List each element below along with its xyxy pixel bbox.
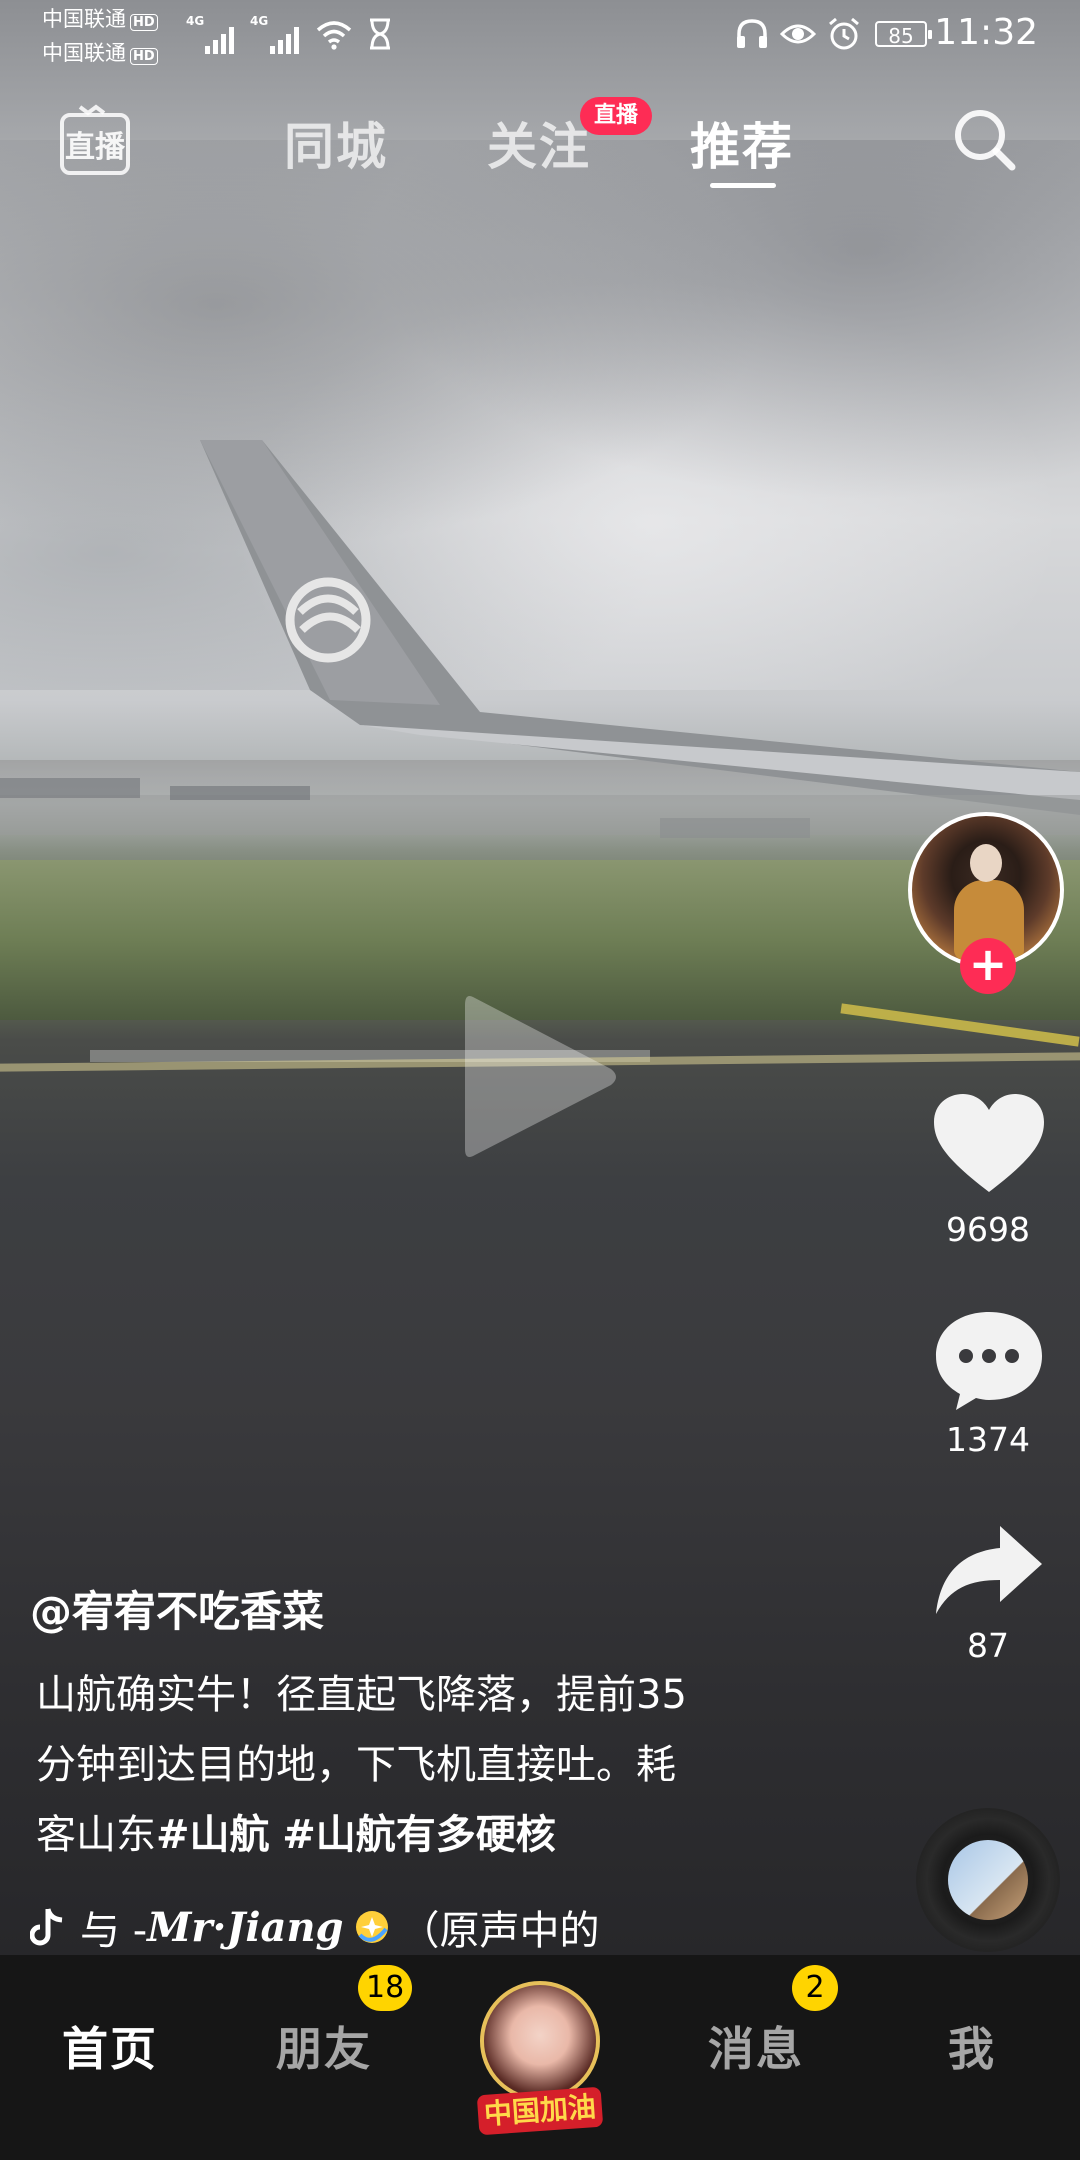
hashtag-2[interactable]: #山航有多硬核 (282, 1812, 556, 1858)
author-name[interactable]: @宥宥不吃香菜 (30, 1578, 324, 1639)
search-icon[interactable] (950, 105, 1020, 175)
center-button-label: 中国加油 (476, 2086, 604, 2136)
like-heart-icon[interactable] (930, 1090, 1048, 1198)
clock: 11:32 (934, 12, 1038, 53)
music-artist: Mr·Jiang (147, 1903, 344, 1951)
live-entry-button[interactable]: 直播 (58, 101, 132, 181)
messages-badge: 2 (792, 1965, 838, 2011)
nav-me[interactable]: 我 (948, 2013, 996, 2079)
description-line-3: 客山东#山航 #山航有多硬核 (36, 1812, 556, 1858)
music-disc-icon[interactable] (916, 1808, 1060, 1952)
bottom-nav: 首页 朋友 18 中国加油 消息 2 我 (0, 1955, 1080, 2160)
network-type-1: 4G (186, 14, 205, 28)
sparkle-icon (355, 1911, 388, 1943)
battery-indicator: 85 (875, 21, 932, 48)
share-count: 87 (967, 1626, 1009, 1665)
share-icon[interactable] (930, 1522, 1048, 1622)
active-tab-indicator (710, 183, 776, 188)
tab-following[interactable]: 关注 (487, 107, 591, 179)
network-type-2: 4G (250, 14, 269, 28)
follow-button[interactable]: + (960, 938, 1016, 994)
comment-count: 1374 (946, 1420, 1030, 1459)
tiktok-note-icon (30, 1908, 63, 1946)
play-icon[interactable] (455, 985, 625, 1169)
nav-friends[interactable]: 朋友 (276, 2013, 372, 2079)
like-count: 9698 (946, 1210, 1030, 1249)
video-description: 山航确实牛！径直起飞降落，提前35 分钟到达目的地，下飞机直接吐。耗 客山东#山… (36, 1660, 796, 1870)
headphones-icon (737, 19, 767, 48)
wifi-icon (316, 21, 352, 50)
live-icon-label: 直播 (65, 130, 126, 165)
live-badge: 直播 (580, 97, 653, 135)
hashtag-1[interactable]: #山航 (156, 1812, 270, 1858)
music-suffix: （原声中的 (399, 1908, 600, 1954)
signal-icon-2 (270, 14, 299, 54)
nav-messages[interactable]: 消息 (708, 2013, 804, 2079)
tab-recommended[interactable]: 推荐 (690, 107, 794, 179)
alarm-icon (829, 17, 859, 50)
friends-badge: 18 (358, 1965, 413, 2011)
status-bar: 中国联通 HD 中国联通 HD 4G 4G 85 11:32 (0, 0, 1080, 65)
description-line-1: 山航确实牛！径直起飞降落，提前35 (36, 1672, 687, 1718)
tab-nearby[interactable]: 同城 (284, 107, 388, 179)
music-info[interactable]: 与 - Mr·Jiang （原声中的 (30, 1898, 610, 1956)
description-line-2: 分钟到达目的地，下飞机直接吐。耗 (36, 1742, 676, 1788)
screen: 中国联通 HD 中国联通 HD 4G 4G 85 11:32 直播 同城 关注 … (0, 0, 1080, 2160)
top-tab-bar: 直播 同城 关注 直播 推荐 (0, 95, 1080, 195)
music-prefix: 与 - (80, 1908, 148, 1954)
hourglass-icon (370, 18, 390, 50)
center-create-button[interactable]: 中国加油 (476, 1973, 604, 2136)
nav-home[interactable]: 首页 (62, 2013, 158, 2079)
carrier-2: 中国联通 HD (42, 42, 158, 65)
campaign-avatar-icon (480, 1981, 600, 2101)
signal-icon (205, 14, 234, 54)
carrier-1: 中国联通 HD (42, 8, 158, 31)
comment-icon[interactable] (930, 1306, 1048, 1414)
eye-icon (780, 24, 816, 44)
